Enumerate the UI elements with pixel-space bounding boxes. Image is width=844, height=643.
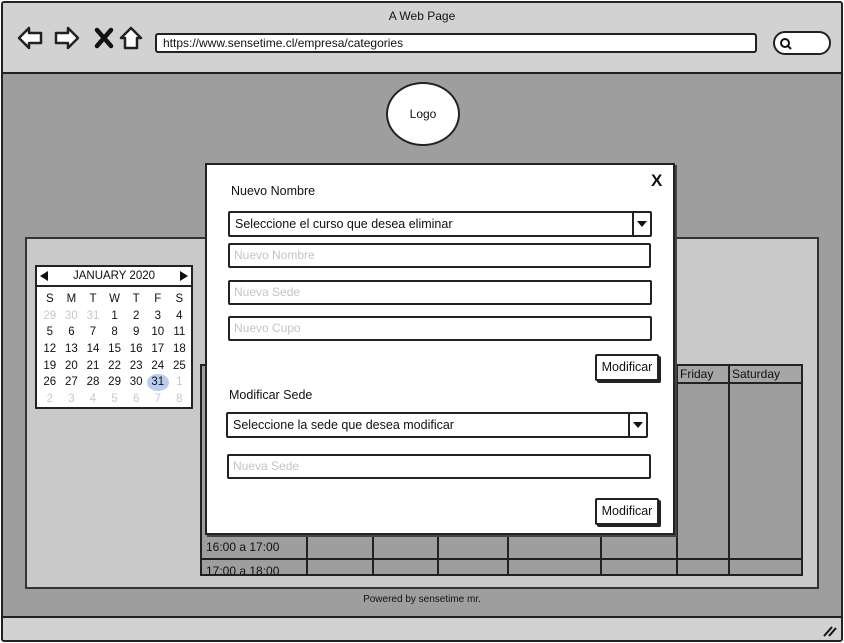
new-sede-input[interactable]: Nueva Sede (228, 280, 652, 305)
calendar-grid: S M T W T F S 29 30 31 1 2 3 4 5 6 7 8 9 10 11 12 13 14 15 16 17 18… (39, 291, 190, 408)
calendar-day[interactable]: 11 (169, 324, 191, 341)
home-icon[interactable] (118, 25, 144, 51)
calendar-day[interactable]: 12 (39, 341, 61, 358)
modify-sede-button[interactable]: Modificar (595, 498, 659, 525)
calendar-day[interactable]: 20 (61, 358, 83, 375)
calendar-day[interactable]: 3 (147, 308, 169, 325)
calendar-day[interactable]: 29 (104, 374, 126, 391)
modify-course-button[interactable]: Modificar (595, 354, 659, 381)
calendar-day[interactable]: 21 (82, 358, 104, 375)
url-bar[interactable]: https://www.sensetime.cl/empresa/categor… (155, 33, 757, 53)
schedule-column-divider (676, 366, 678, 574)
calendar-day[interactable]: 8 (169, 391, 191, 408)
schedule-time-clip: 17:00 a 18:00 (202, 560, 305, 574)
calendar-next-icon[interactable] (180, 271, 188, 281)
schedule-column-divider (728, 366, 730, 574)
stop-x-icon[interactable] (92, 25, 118, 51)
chevron-down-icon[interactable] (628, 414, 646, 436)
calendar-day[interactable]: 25 (169, 358, 191, 375)
calendar-day[interactable]: 30 (61, 308, 83, 325)
sede-select[interactable]: Seleccione la sede que desea modificar (226, 412, 648, 438)
calendar-day[interactable]: 4 (169, 308, 191, 325)
calendar-day[interactable]: 26 (39, 374, 61, 391)
calendar-day[interactable]: 29 (39, 308, 61, 325)
page-footer: Powered by sensetime mr. (363, 594, 481, 605)
calendar-day[interactable]: 27 (61, 374, 83, 391)
calendar-month-label: JANUARY 2020 (72, 270, 156, 282)
calendar-weekday: S (45, 293, 54, 305)
logo: Logo (386, 82, 460, 146)
forward-arrow-icon[interactable] (54, 25, 80, 51)
calendar-day[interactable]: 4 (82, 391, 104, 408)
calendar-day[interactable]: 24 (147, 358, 169, 375)
calendar-day[interactable]: 6 (125, 391, 147, 408)
calendar-day[interactable]: 3 (61, 391, 83, 408)
calendar-day[interactable]: 18 (169, 341, 191, 358)
resize-grip-icon[interactable] (821, 623, 837, 637)
calendar-day[interactable]: 31 (82, 308, 104, 325)
calendar-day[interactable]: 5 (39, 324, 61, 341)
edit-course-modal: X Nuevo Nombre Seleccione el curso que d… (205, 163, 675, 535)
nuevo-nombre-label: Nuevo Nombre (231, 184, 316, 198)
chevron-down-icon[interactable] (632, 213, 650, 235)
calendar-day[interactable]: 17 (147, 341, 169, 358)
calendar-day[interactable]: 14 (82, 341, 104, 358)
calendar-prev-icon[interactable] (40, 271, 48, 281)
browser-search-button[interactable] (773, 31, 831, 55)
calendar-day[interactable]: 1 (169, 374, 191, 391)
calendar-day[interactable]: 16 (125, 341, 147, 358)
new-cupo-input[interactable]: Nuevo Cupo (228, 316, 652, 341)
new-sede-2-input[interactable]: Nueva Sede (227, 454, 651, 479)
window-title: A Web Page (388, 9, 456, 23)
calendar-weekday: W (109, 293, 120, 305)
modificar-sede-label: Modificar Sede (229, 388, 313, 402)
calendar-day[interactable]: 2 (39, 391, 61, 408)
search-icon (780, 38, 792, 50)
calendar-weekday: T (132, 293, 140, 305)
schedule-time-slot: 16:00 a 17:00 (206, 540, 280, 554)
calendar-weekday: T (89, 293, 97, 305)
new-name-input[interactable]: Nuevo Nombre (228, 243, 651, 268)
browser-titlebar: A Web Page https://www.sensetime.cl/empr… (3, 3, 841, 74)
calendar-day[interactable]: 28 (82, 374, 104, 391)
browser-statusbar (3, 616, 841, 640)
calendar-day-selected[interactable]: 31 (146, 374, 169, 392)
course-select-value: Seleccione el curso que desea eliminar (235, 217, 453, 231)
calendar-weekday: S (175, 293, 184, 305)
calendar-day[interactable]: 7 (82, 324, 104, 341)
schedule-time-slot: 17:00 a 18:00 (206, 564, 280, 574)
calendar-day[interactable]: 22 (104, 358, 126, 375)
calendar-day[interactable]: 2 (125, 308, 147, 325)
sede-select-value: Seleccione la sede que desea modificar (233, 418, 454, 432)
calendar-day[interactable]: 19 (39, 358, 61, 375)
calendar-day[interactable]: 5 (104, 391, 126, 408)
calendar-weekday: F (154, 293, 162, 305)
schedule-header-saturday: Saturday (730, 366, 801, 384)
calendar-day[interactable]: 9 (125, 324, 147, 341)
calendar-day[interactable]: 6 (61, 324, 83, 341)
calendar-day[interactable]: 15 (104, 341, 126, 358)
calendar-day[interactable]: 13 (61, 341, 83, 358)
calendar-day[interactable]: 30 (125, 374, 147, 391)
calendar-widget: JANUARY 2020 S M T W T F S 29 30 31 1 2 3 4 5 6 7 8 9 10 11 1… (35, 265, 193, 409)
calendar-day[interactable]: 23 (125, 358, 147, 375)
course-select[interactable]: Seleccione el curso que desea eliminar (228, 211, 652, 237)
schedule-header-friday: Friday (678, 366, 728, 384)
calendar-day[interactable]: 10 (147, 324, 169, 341)
back-arrow-icon[interactable] (17, 25, 43, 51)
calendar-day[interactable]: 8 (104, 324, 126, 341)
calendar-header: JANUARY 2020 (37, 267, 191, 287)
calendar-day[interactable]: 1 (104, 308, 126, 325)
calendar-weekday: M (66, 293, 77, 305)
close-icon[interactable]: X (651, 171, 662, 191)
calendar-day[interactable]: 7 (147, 391, 169, 408)
